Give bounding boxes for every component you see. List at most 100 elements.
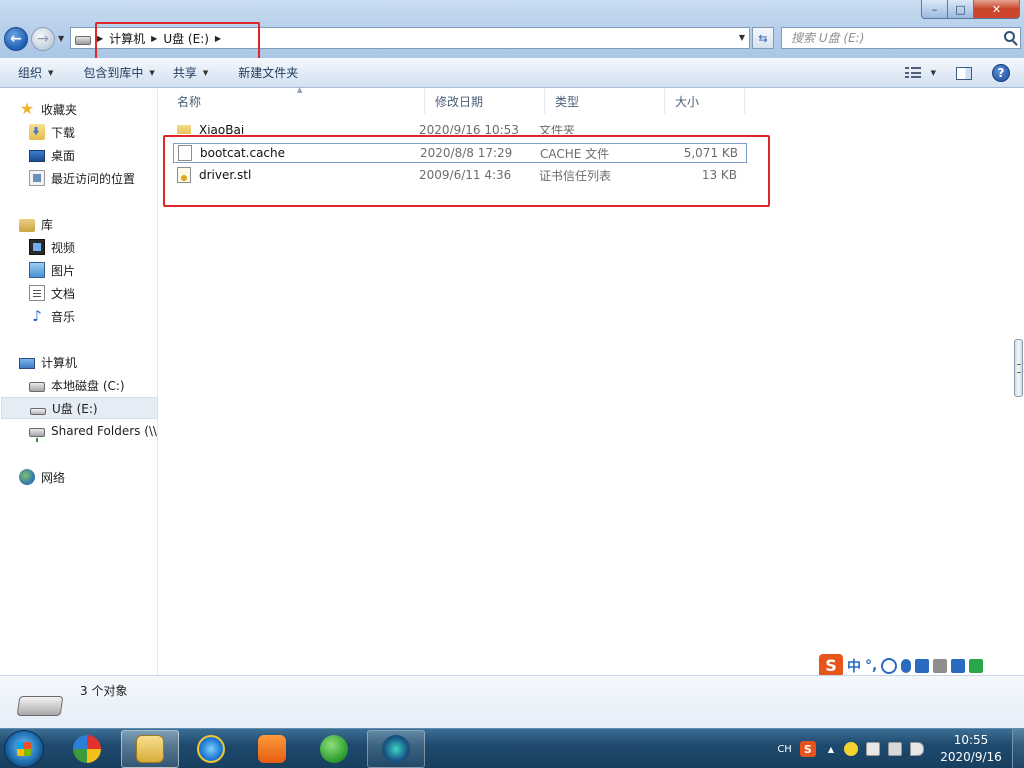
media-player-icon xyxy=(258,735,286,763)
include-in-library-menu[interactable]: 包含到库中 ▼ xyxy=(83,64,154,81)
search-input[interactable] xyxy=(791,31,991,45)
sidebar-label: 音乐 xyxy=(51,309,76,324)
annotation-highlight-files xyxy=(163,135,770,207)
scrollbar-thumb[interactable] xyxy=(1014,339,1023,397)
toolbar-right: ▼ ? xyxy=(904,58,1024,88)
refresh-icon: ⇆ xyxy=(758,31,768,45)
internet-explorer-icon xyxy=(197,735,225,763)
swirl-app-icon xyxy=(382,735,410,763)
start-button[interactable] xyxy=(4,730,44,768)
annotation-highlight-address xyxy=(95,22,260,60)
sidebar-label: 计算机 xyxy=(41,355,78,370)
chevron-down-icon: ▼ xyxy=(202,68,209,77)
ime-punctuation-toggle[interactable]: °, xyxy=(865,658,877,674)
microphone-icon[interactable] xyxy=(901,658,912,673)
taskbar-app-360[interactable] xyxy=(58,730,116,768)
network-drive-icon xyxy=(29,428,45,442)
drive-icon xyxy=(75,35,91,45)
chevron-down-icon: ▼ xyxy=(48,68,54,77)
search-box[interactable] xyxy=(781,27,1021,49)
usb-drive-icon xyxy=(30,407,46,415)
show-hidden-icons-button[interactable]: ▲ xyxy=(828,745,834,754)
sidebar-label: 图片 xyxy=(51,263,76,278)
user-icon[interactable] xyxy=(933,658,948,673)
ime-mode-toggle[interactable]: 中 xyxy=(847,656,861,676)
sidebar-label: 收藏夹 xyxy=(41,102,78,117)
preview-pane-icon[interactable] xyxy=(956,66,972,80)
column-name-header[interactable]: 名称 xyxy=(167,89,425,114)
taskbar-app-green[interactable] xyxy=(305,730,363,768)
address-history-dropdown[interactable]: ▼ xyxy=(739,33,745,42)
sidebar-item-usb-drive[interactable]: U盘 (E:) xyxy=(1,397,158,419)
column-header: 名称 修改日期 类型 大小 xyxy=(167,89,745,114)
help-icon[interactable]: ? xyxy=(992,64,1010,82)
search-icon[interactable] xyxy=(1004,31,1015,42)
taskbar-app-dark[interactable] xyxy=(367,730,425,768)
maximize-button[interactable]: □ xyxy=(948,0,974,19)
sidebar-label: 网络 xyxy=(41,470,66,485)
skin-shirt-icon[interactable] xyxy=(951,658,966,673)
command-bar: 组织 ▼ 包含到库中 ▼ 共享 ▼ 新建文件夹 ▼ ? xyxy=(0,58,1024,88)
sidebar-item-computer[interactable]: 计算机 xyxy=(19,351,176,373)
star-icon: ★ xyxy=(19,99,35,118)
sidebar-label: 视频 xyxy=(51,240,76,255)
system-clock[interactable]: 10:55 2020/9/16 xyxy=(938,732,1004,766)
forward-button[interactable]: → xyxy=(31,27,55,51)
sidebar-label: 桌面 xyxy=(51,148,76,163)
sidebar-label: 库 xyxy=(41,217,54,232)
recent-places-icon xyxy=(29,170,45,186)
organize-menu[interactable]: 组织 ▼ xyxy=(18,64,53,81)
music-note-icon: ♪ xyxy=(32,307,42,325)
file-row-xiaobai[interactable]: XiaoBai 2020/9/16 10:53 文件夹 xyxy=(173,125,747,134)
recent-pages-dropdown[interactable]: ▼ xyxy=(58,34,64,43)
sidebar-item-libraries[interactable]: 库 xyxy=(19,213,176,235)
share-menu[interactable]: 共享 ▼ xyxy=(173,64,208,81)
new-folder-button[interactable]: 新建文件夹 xyxy=(238,64,298,81)
chevron-down-icon: ▼ xyxy=(149,68,155,77)
details-pane: 3 个对象 xyxy=(0,675,1024,728)
sogou-logo-icon[interactable]: S xyxy=(819,653,843,678)
sidebar-item-network[interactable]: 网络 xyxy=(19,466,176,488)
document-library-icon xyxy=(29,285,45,301)
include-library-label: 包含到库中 xyxy=(83,66,144,80)
show-desktop-button[interactable] xyxy=(1012,729,1024,768)
file-type: 文件夹 xyxy=(539,125,576,134)
emoji-icon[interactable] xyxy=(881,657,898,674)
sidebar-item-favorites[interactable]: ★ 收藏夹 xyxy=(19,98,176,120)
arrow-right-icon: → xyxy=(37,31,49,47)
sogou-tray-icon[interactable]: S xyxy=(799,741,816,757)
minimize-button[interactable]: – xyxy=(921,0,948,19)
file-name: XiaoBai xyxy=(199,125,245,134)
360-browser-icon xyxy=(73,735,101,763)
usb-drive-icon xyxy=(16,696,64,716)
keyboard-icon[interactable] xyxy=(915,658,930,673)
new-folder-label: 新建文件夹 xyxy=(238,66,299,80)
action-center-flag-icon[interactable] xyxy=(866,742,880,756)
refresh-button[interactable]: ⇆ xyxy=(752,27,774,49)
network-icon xyxy=(19,469,35,485)
taskbar-app-ie[interactable] xyxy=(182,730,240,768)
network-tray-icon[interactable] xyxy=(888,742,902,756)
toolbox-grid-icon[interactable] xyxy=(969,658,984,673)
taskbar-app-media-player[interactable] xyxy=(243,730,301,768)
language-indicator[interactable]: CH xyxy=(777,744,792,755)
library-icon xyxy=(19,218,35,232)
arrow-left-icon: ← xyxy=(10,31,22,47)
column-date-header[interactable]: 修改日期 xyxy=(425,89,545,114)
close-button[interactable]: ✕ xyxy=(974,0,1020,19)
view-dropdown-icon[interactable]: ▼ xyxy=(931,69,936,77)
sidebar-label: 最近访问的位置 xyxy=(51,171,136,186)
clock-date: 2020/9/16 xyxy=(940,750,1002,764)
taskbar: CH S ▲ 10:55 2020/9/16 xyxy=(0,728,1024,768)
back-button[interactable]: ← xyxy=(4,27,28,51)
column-type-header[interactable]: 类型 xyxy=(545,89,665,114)
system-tray: CH S ▲ 10:55 2020/9/16 xyxy=(777,729,1024,768)
file-date: 2020/9/16 10:53 xyxy=(419,125,519,134)
hard-disk-icon xyxy=(29,382,45,392)
volume-icon[interactable] xyxy=(910,742,924,756)
column-size-header[interactable]: 大小 xyxy=(665,89,745,114)
taskbar-app-explorer[interactable] xyxy=(121,730,179,768)
view-options-icon[interactable] xyxy=(904,67,921,79)
sidebar-label: 本地磁盘 (C:) xyxy=(51,378,125,393)
plus-tray-icon[interactable] xyxy=(844,742,858,756)
